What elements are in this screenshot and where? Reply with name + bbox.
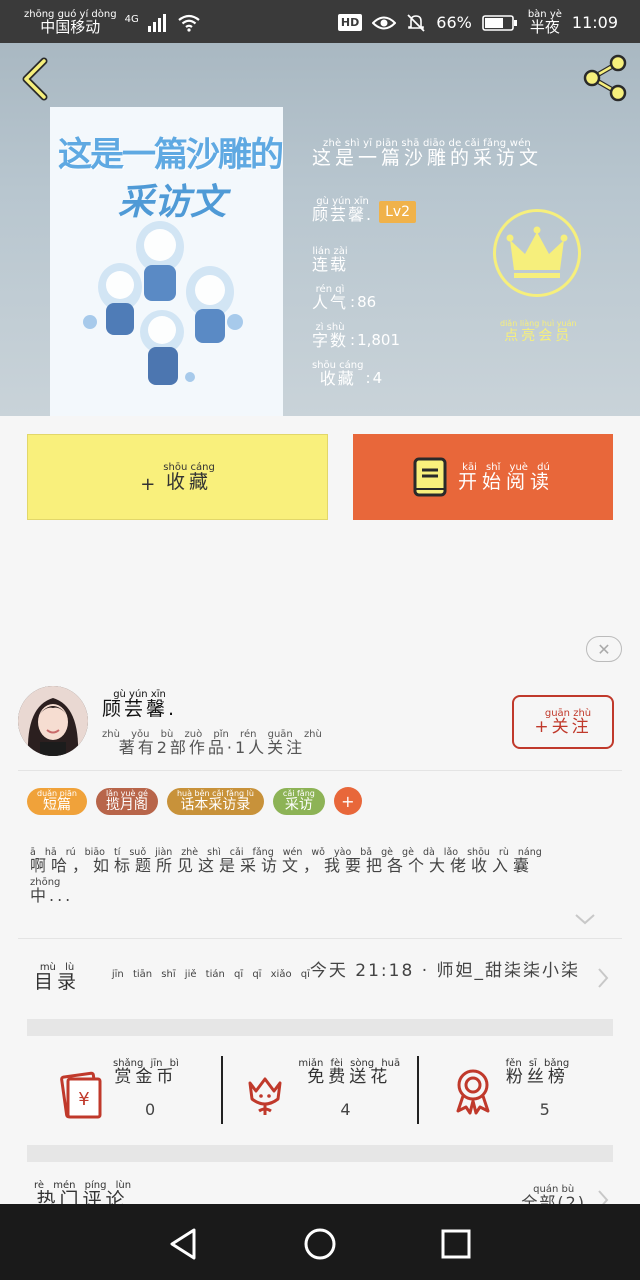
close-ad-button[interactable]: ✕ bbox=[586, 636, 622, 662]
tag-short[interactable]: duǎn piān 短篇 bbox=[27, 787, 87, 815]
close-icon: ✕ bbox=[597, 639, 611, 659]
send-flower[interactable]: miǎn fèi sòng huā 免费送花 4 bbox=[222, 1037, 417, 1145]
support-stats: ¥ shǎng jīn bì 赏金币 0 miǎn fèi sòng huā 免费送… bbox=[27, 1037, 613, 1145]
chevron-right-icon bbox=[598, 968, 609, 988]
hd-badge: HD bbox=[337, 14, 363, 31]
hot-comments-header[interactable]: rè mén píng lùn 热门评论 quán bù 全部(2) bbox=[0, 1163, 640, 1204]
book-popularity: rén qì 人气 :86 bbox=[312, 284, 377, 312]
section-divider bbox=[27, 1019, 613, 1036]
tag-lanyuege[interactable]: lǎn yuè gé 揽月阁 bbox=[95, 787, 158, 815]
avatar-image bbox=[18, 686, 88, 756]
book-cover[interactable]: 这是一篇沙雕的 采访文 bbox=[50, 107, 283, 416]
system-nav-bar bbox=[0, 1204, 640, 1280]
nav-home-icon[interactable] bbox=[300, 1224, 340, 1264]
book-collections: shōu cáng 收藏 :4 bbox=[312, 360, 383, 388]
crown-icon bbox=[506, 226, 568, 278]
avatar[interactable] bbox=[18, 686, 88, 756]
vip-crown-button[interactable] bbox=[493, 209, 581, 297]
fan-ranking[interactable]: fěn sī bǎng 粉丝榜 5 bbox=[418, 1037, 613, 1145]
follow-button[interactable]: guān zhù +关注 bbox=[512, 695, 614, 749]
tag-list: duǎn piān 短篇 lǎn yuè gé 揽月阁 huà běn cǎi fǎ… bbox=[27, 787, 362, 815]
divider bbox=[18, 770, 622, 771]
book-author-row[interactable]: gù yún xīn 顾芸馨. Lv2 bbox=[312, 197, 417, 223]
all-comments-link[interactable]: quán bù 全部(2) bbox=[521, 1185, 586, 1205]
back-arrow-icon[interactable] bbox=[16, 57, 56, 101]
book-icon bbox=[413, 457, 447, 497]
battery-icon bbox=[482, 14, 517, 31]
eye-comfort-icon bbox=[372, 16, 397, 29]
latest-chapter[interactable]: jīn tiān shī jiě tián qī qī xiǎo qī 今天 2… bbox=[112, 963, 580, 980]
vip-label[interactable]: diǎn liàng huì yuán 点亮会员 bbox=[500, 319, 577, 343]
author-card[interactable]: gù yún xīn 顾芸馨. zhù yǒu bù zuò pǐn rén g… bbox=[0, 680, 640, 770]
reward-coins[interactable]: ¥ shǎng jīn bì 赏金币 0 bbox=[27, 1037, 222, 1145]
wifi-icon bbox=[178, 14, 200, 32]
divider bbox=[18, 938, 622, 939]
mute-bell-icon bbox=[407, 13, 425, 32]
reward-coins-value: 0 bbox=[145, 1100, 156, 1119]
book-description[interactable]: ā hā rú biāo tí suǒ jiàn zhè shì cǎi fǎn… bbox=[30, 848, 610, 904]
signal-icon bbox=[147, 13, 166, 32]
level-badge: Lv2 bbox=[379, 201, 417, 223]
flower-icon bbox=[248, 1077, 282, 1115]
add-tag-button[interactable]: + bbox=[333, 787, 362, 815]
book-status: lián zài 连载 bbox=[312, 246, 349, 274]
tag-interview[interactable]: cǎi fǎng 采访 bbox=[272, 787, 325, 815]
hot-comments-title: rè mén píng lùn 热门评论 bbox=[34, 1180, 132, 1205]
tag-interview-record[interactable]: huà běn cǎi fǎng lù 话本采访录 bbox=[166, 787, 264, 815]
cover-illustration bbox=[83, 221, 243, 385]
clock: 11:09 bbox=[571, 13, 618, 32]
book-title: zhè shì yī piān shā diāo de cǎi fǎng wén… bbox=[312, 138, 543, 169]
start-reading-button[interactable]: kāi shǐ yuè dú 开始阅读 bbox=[353, 434, 613, 520]
chevron-down-icon[interactable] bbox=[574, 912, 596, 926]
carrier: zhōng guó yí dòng 中国移动 bbox=[24, 9, 117, 36]
collect-button[interactable]: + shōu cáng 收藏 bbox=[27, 434, 328, 520]
section-divider bbox=[27, 1145, 613, 1162]
collect-label: 收藏 bbox=[166, 470, 213, 493]
author-name[interactable]: gù yún xīn 顾芸馨. bbox=[102, 690, 177, 719]
svg-text:¥: ¥ bbox=[78, 1089, 89, 1110]
fan-ranking-value: 5 bbox=[539, 1100, 550, 1119]
book-header: 这是一篇沙雕的 采访文 zhè shì yī piān shā diāo de … bbox=[0, 43, 640, 416]
book-word-count: zì shù 字数 :1,801 bbox=[312, 322, 401, 350]
send-flower-value: 4 bbox=[340, 1100, 351, 1119]
medal-icon bbox=[456, 1069, 490, 1115]
author-meta: zhù yǒu bù zuò pǐn rén guān zhù 著有2部作品·1… bbox=[102, 729, 322, 757]
chevron-right-icon bbox=[598, 1190, 609, 1204]
battery-percent: 66% bbox=[436, 13, 472, 32]
nav-recents-icon[interactable] bbox=[436, 1224, 476, 1264]
network-type: 4G bbox=[124, 14, 139, 25]
share-icon[interactable] bbox=[580, 53, 630, 103]
toc-title: mù lù 目录 bbox=[34, 962, 81, 993]
time-period: bàn yè 半夜 bbox=[527, 9, 562, 36]
nav-back-icon[interactable] bbox=[164, 1224, 204, 1264]
status-bar: zhōng guó yí dòng 中国移动 4G HD 66% bàn yè … bbox=[0, 0, 640, 43]
table-of-contents[interactable]: mù lù 目录 jīn tiān shī jiě tián qī qī xiǎ… bbox=[0, 945, 640, 1019]
red-envelope-icon: ¥ bbox=[60, 1071, 102, 1119]
